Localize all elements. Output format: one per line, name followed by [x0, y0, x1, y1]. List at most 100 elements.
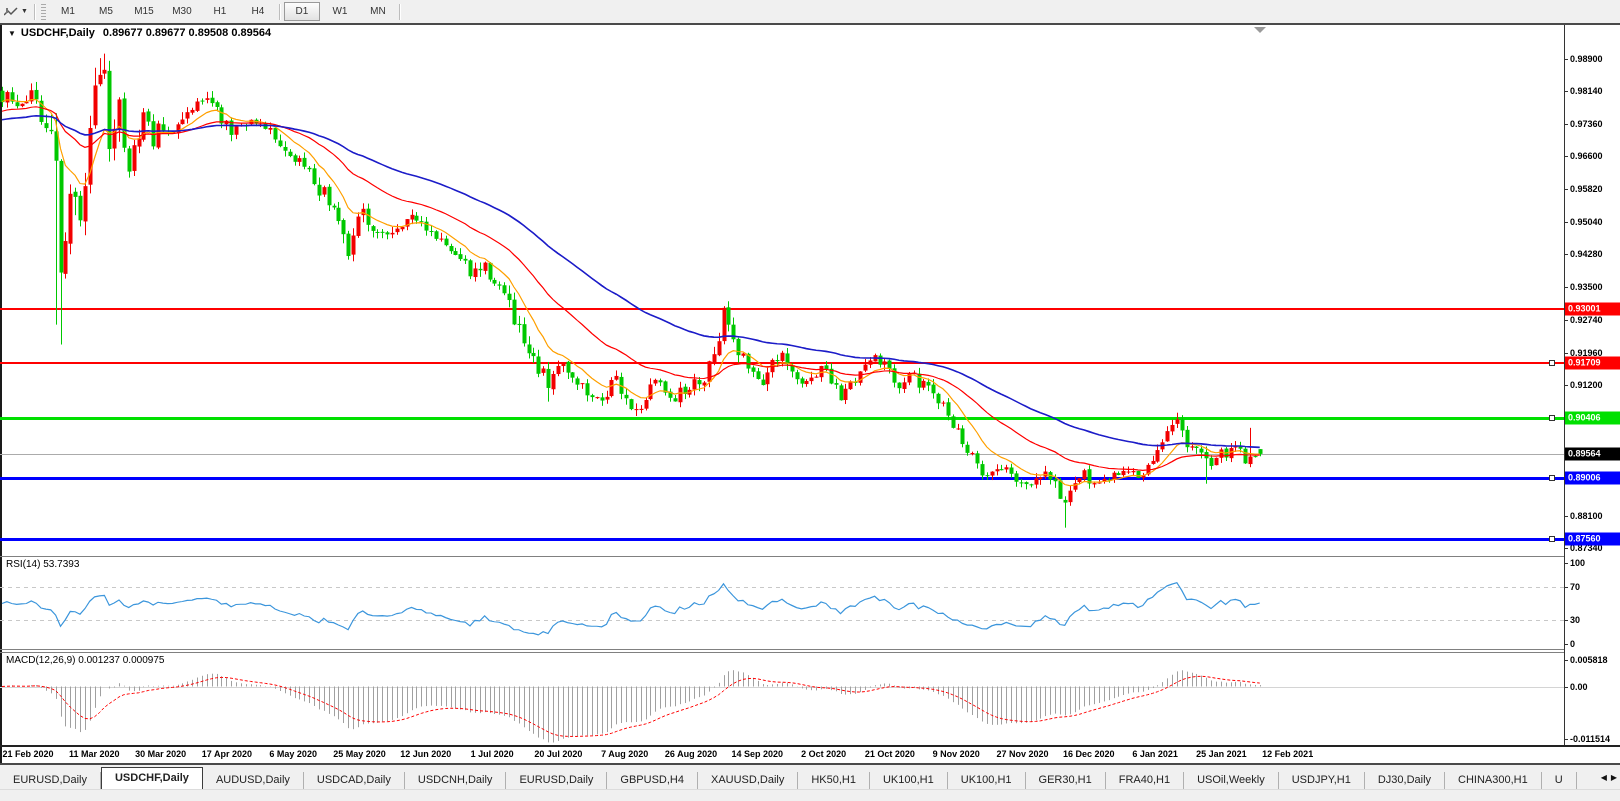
chart-tab-usdcnh-daily[interactable]: USDCNH,Daily	[405, 772, 507, 789]
chart-tab-bar: EURUSD,DailyUSDCHF,DailyAUDUSD,DailyUSDC…	[0, 765, 1620, 789]
chart-tab-uk100-h1[interactable]: UK100,H1	[948, 772, 1026, 789]
date-tick-label: 1 Jul 2020	[471, 749, 514, 759]
timeframe-group: M1M5M15M30H1H4 D1W1MN	[49, 2, 403, 21]
axis-tick	[1564, 320, 1568, 321]
date-tick-label: 11 Mar 2020	[69, 749, 120, 759]
chart-cursor-icon	[4, 6, 18, 18]
toolbar-separator	[279, 4, 281, 20]
price-axis-border	[1564, 25, 1565, 747]
timeframe-button-m30[interactable]: M30	[164, 2, 200, 21]
macd-canvas[interactable]	[0, 653, 1564, 745]
chart-tab-usdchf-daily[interactable]: USDCHF,Daily	[101, 767, 203, 789]
chart-tab-dj30-daily[interactable]: DJ30,Daily	[1365, 772, 1445, 789]
timeframe-button-mn[interactable]: MN	[360, 2, 396, 21]
macd-tick-label: -0.011514	[1570, 734, 1610, 744]
chart-tab-usdjpy-h1[interactable]: USDJPY,H1	[1279, 772, 1365, 789]
date-tick-label: 25 Jan 2021	[1196, 749, 1247, 759]
axis-tick	[1564, 660, 1568, 661]
chart-tab-audusd-daily[interactable]: AUDUSD,Daily	[203, 772, 304, 789]
price-tick-label: 0.98900	[1570, 54, 1603, 64]
price-tick-label: 0.88100	[1570, 511, 1603, 521]
timeframe-button-m5[interactable]: M5	[88, 2, 124, 21]
price-tick-label: 0.95040	[1570, 217, 1603, 227]
hline-price-badge[interactable]: 0.91709	[1565, 357, 1620, 370]
axis-tick	[1564, 222, 1568, 223]
date-tick-label: 20 Jul 2020	[534, 749, 582, 759]
price-chart-canvas[interactable]	[0, 41, 1564, 556]
date-tick-label: 21 Feb 2020	[2, 749, 53, 759]
rsi-tick-label: 70	[1570, 582, 1580, 592]
date-tick-label: 16 Dec 2020	[1063, 749, 1115, 759]
status-bar	[0, 789, 1620, 801]
date-tick-label: 6 Jan 2021	[1132, 749, 1178, 759]
timeframe-button-m15[interactable]: M15	[126, 2, 162, 21]
window-top-border	[0, 23, 1620, 25]
axis-tick	[1564, 385, 1568, 386]
date-tick-label: 7 Aug 2020	[601, 749, 648, 759]
chart-tab-gbpusd-h4[interactable]: GBPUSD,H4	[607, 772, 698, 789]
chart-tab-ger30-h1[interactable]: GER30,H1	[1026, 772, 1106, 789]
chart-bottom-border	[0, 745, 1620, 747]
axis-tick	[1564, 620, 1568, 621]
timeframe-button-h1[interactable]: H1	[202, 2, 238, 21]
chart-tab-xauusd-daily[interactable]: XAUUSD,Daily	[698, 772, 798, 789]
date-tick-label: 17 Apr 2020	[202, 749, 252, 759]
hline-price-badge[interactable]: 0.93001	[1565, 302, 1620, 315]
rsi-tick-label: 0	[1570, 639, 1575, 649]
chart-shift-marker-icon[interactable]	[1254, 27, 1266, 33]
chart-tab-eurusd-daily[interactable]: EURUSD,Daily	[0, 772, 101, 789]
date-tick-label: 2 Oct 2020	[801, 749, 846, 759]
date-tick-label: 26 Aug 2020	[665, 749, 717, 759]
axis-tick	[1564, 287, 1568, 288]
current-price-badge: 0.89564	[1565, 447, 1620, 460]
chart-title-bar: ▼ USDCHF,Daily 0.89677 0.89677 0.89508 0…	[2, 26, 1562, 40]
date-tick-label: 12 Jun 2020	[400, 749, 451, 759]
toolbar-separator	[34, 4, 36, 20]
date-tick-label: 14 Sep 2020	[732, 749, 784, 759]
hline-price-badge[interactable]: 0.87560	[1565, 532, 1620, 545]
tab-scroll-right-icon[interactable]: ▶	[1611, 773, 1617, 782]
chevron-down-icon: ▼	[21, 8, 28, 15]
chart-tab-usoil-weekly[interactable]: USOil,Weekly	[1184, 772, 1279, 789]
date-tick-label: 21 Oct 2020	[865, 749, 915, 759]
collapse-indicator-icon[interactable]: ▼	[8, 29, 16, 38]
axis-tick	[1564, 687, 1568, 688]
axis-tick	[1564, 189, 1568, 190]
toolbar: ▼ M1M5M15M30H1H4 D1W1MN	[0, 0, 1620, 23]
timeframe-button-d1[interactable]: D1	[284, 2, 320, 21]
hline-price-badge[interactable]: 0.89006	[1565, 471, 1620, 484]
price-tick-label: 0.95820	[1570, 184, 1603, 194]
chart-tab-hk50-h1[interactable]: HK50,H1	[798, 772, 870, 789]
rsi-tick-label: 100	[1570, 558, 1585, 568]
timeframe-button-h4[interactable]: H4	[240, 2, 276, 21]
tab-scroll-left-icon[interactable]: ◀	[1601, 773, 1607, 782]
hline-price-badge[interactable]: 0.90406	[1565, 412, 1620, 425]
date-tick-label: 30 Mar 2020	[135, 749, 186, 759]
tab-scroll-buttons: ◀ ▶	[1598, 765, 1620, 789]
axis-tick	[1564, 587, 1568, 588]
chart-tab-uk100-h1[interactable]: UK100,H1	[870, 772, 948, 789]
axis-tick	[1564, 254, 1568, 255]
date-tick-label: 25 May 2020	[333, 749, 386, 759]
timeframe-button-m1[interactable]: M1	[50, 2, 86, 21]
date-tick-label: 6 May 2020	[269, 749, 317, 759]
rsi-canvas[interactable]	[0, 557, 1564, 648]
chart-tab-fra40-h1[interactable]: FRA40,H1	[1106, 772, 1184, 789]
toolbar-drag-grip[interactable]	[41, 4, 46, 20]
chart-tab-eurusd-daily[interactable]: EURUSD,Daily	[506, 772, 607, 789]
price-tick-label: 0.97360	[1570, 119, 1603, 129]
axis-tick	[1564, 516, 1568, 517]
chart-tab-china300-h1[interactable]: CHINA300,H1	[1445, 772, 1542, 789]
date-tick-label: 9 Nov 2020	[933, 749, 980, 759]
timeframe-button-w1[interactable]: W1	[322, 2, 358, 21]
axis-tick	[1564, 563, 1568, 564]
axis-tick	[1564, 644, 1568, 645]
chart-tab-u[interactable]: U	[1542, 772, 1577, 789]
toolbar-separator	[399, 4, 401, 20]
price-tick-label: 0.93500	[1570, 282, 1603, 292]
price-tick-label: 0.96600	[1570, 151, 1603, 161]
chart-cursor-dropdown[interactable]: ▼	[0, 0, 32, 23]
axis-tick	[1564, 156, 1568, 157]
rsi-tick-label: 30	[1570, 615, 1580, 625]
chart-tab-usdcad-daily[interactable]: USDCAD,Daily	[304, 772, 405, 789]
